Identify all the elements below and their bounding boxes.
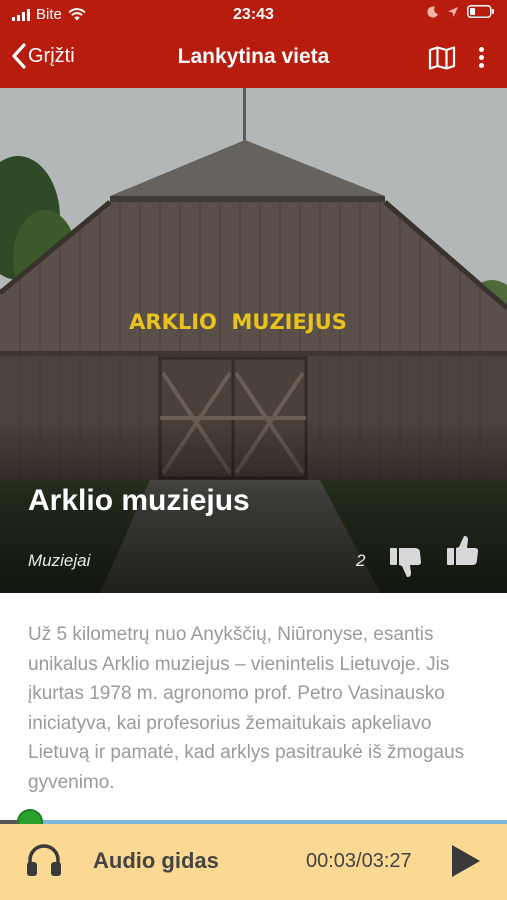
like-button[interactable]: [447, 533, 481, 572]
like-count: 2: [356, 551, 366, 570]
audio-guide-label: Audio gidas: [93, 848, 219, 873]
place-title: Arklio muziejus: [28, 484, 250, 517]
audio-player: Audio gidas 00:03/03:27: [0, 824, 507, 900]
dislike-button[interactable]: [390, 546, 424, 585]
barn-sign-text: ARKLIO MUZIEJUS: [129, 310, 347, 334]
audio-time: 00:03/03:27: [306, 850, 412, 872]
map-button[interactable]: [428, 46, 456, 75]
thumbs-down-icon: [390, 548, 421, 577]
category-link[interactable]: Muziejai: [28, 551, 90, 571]
headphones-icon: [27, 844, 61, 876]
more-options-button[interactable]: [472, 44, 492, 72]
thumbs-up-icon: [447, 536, 478, 565]
hero-image: ARKLIO MUZIEJUS Arklio muziejus Muziejai…: [0, 88, 507, 593]
map-icon: [428, 46, 456, 70]
play-button[interactable]: [450, 843, 482, 884]
place-description: Už 5 kilometrų nuo Anykščių, Niūronyse, …: [28, 624, 465, 793]
header-bar: Bite 23:43 Grįžti Lankytina vieta: [0, 0, 507, 88]
back-label: Grįžti: [28, 44, 75, 67]
battery-icon: [467, 5, 494, 18]
play-icon: [452, 845, 480, 877]
status-bar: Bite 23:43: [0, 0, 507, 30]
moon-icon: [427, 6, 438, 18]
location-icon: [448, 6, 458, 17]
chevron-left-icon: [12, 43, 26, 69]
nav-bar: Grįžti Lankytina vieta: [0, 30, 507, 88]
audio-guide-button[interactable]: [26, 843, 62, 882]
back-button[interactable]: Grįžti: [12, 43, 75, 69]
